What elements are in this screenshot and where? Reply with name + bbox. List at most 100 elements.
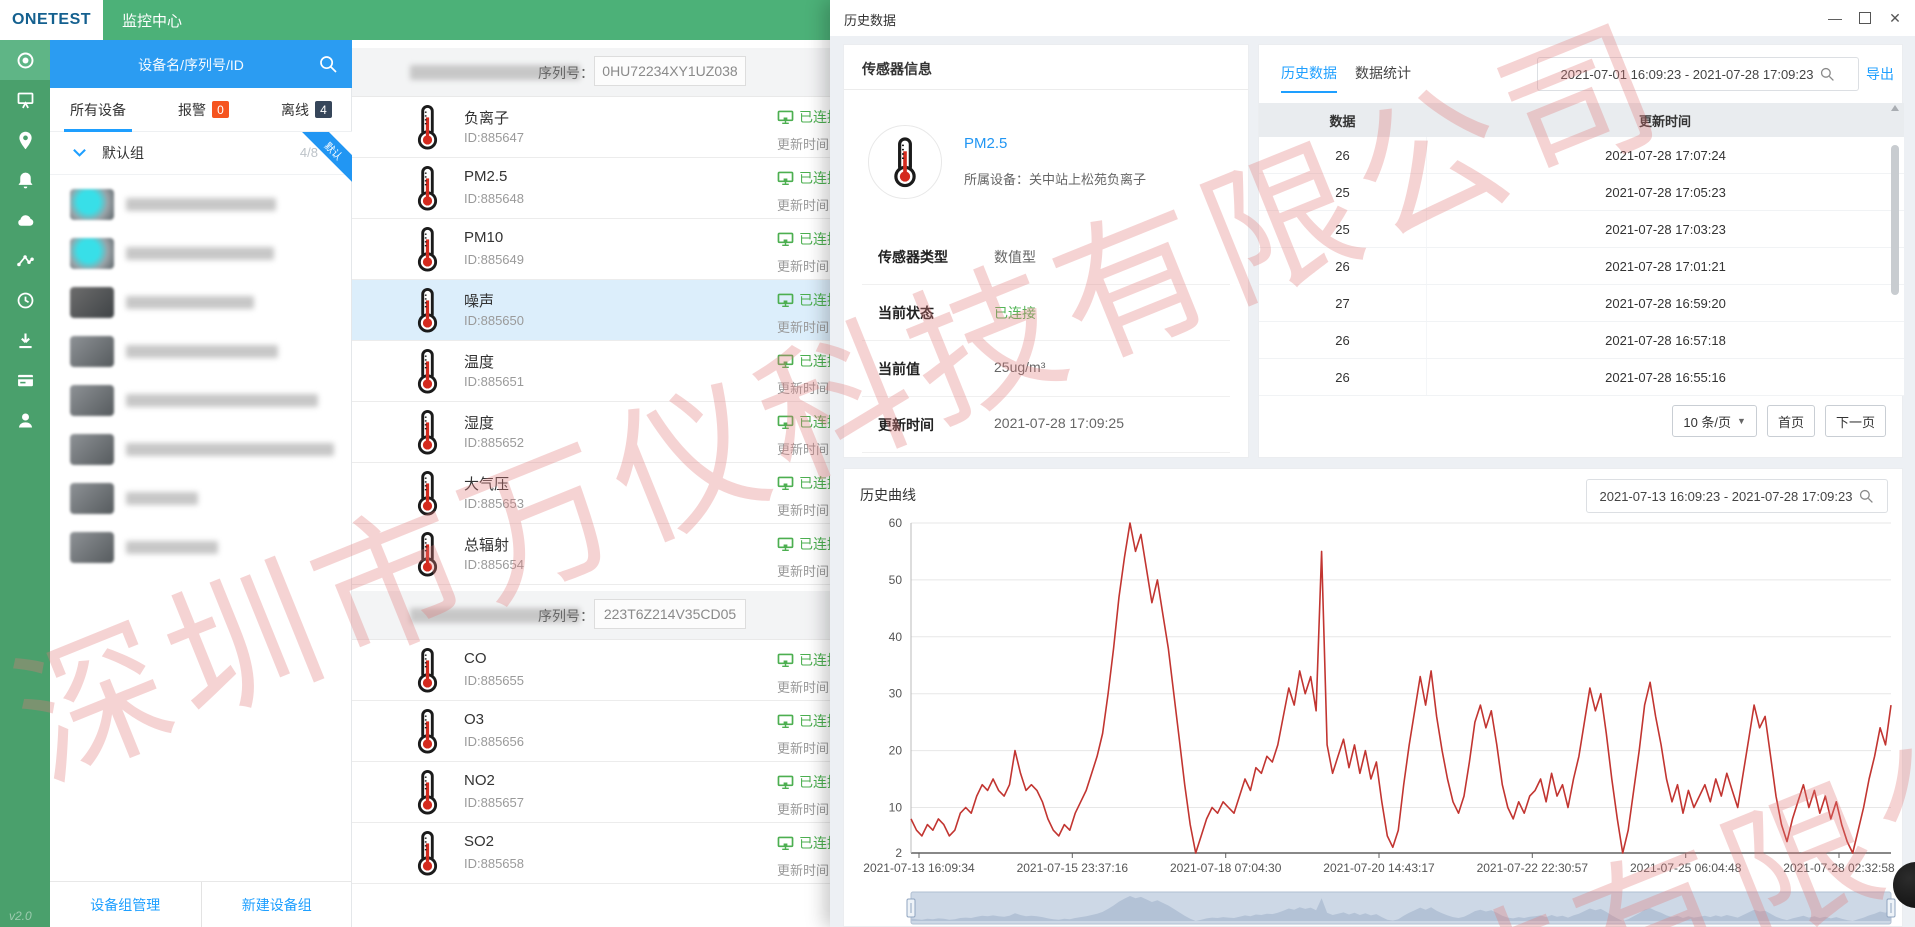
nav-sidebar: v2.0 — [0, 40, 50, 927]
sidebar-item-download[interactable] — [0, 320, 50, 360]
info-row: 更新时间2021-07-28 17:09:25 — [862, 397, 1230, 453]
sensor-row-O3[interactable]: O3ID:885656已连接更新时间 — [352, 701, 830, 762]
magnifier-icon — [1819, 66, 1835, 82]
sidebar-item-location-pin[interactable] — [0, 120, 50, 160]
scrollbar-thumb[interactable] — [1891, 145, 1899, 295]
sensor-row-湿度[interactable]: 湿度ID:885652已连接更新时间 — [352, 402, 830, 463]
connected-monitor-icon — [777, 775, 794, 790]
history-tab-1[interactable]: 数据统计 — [1355, 63, 1411, 93]
search-icon[interactable] — [318, 54, 338, 74]
sensor-name-link[interactable]: PM2.5 — [964, 135, 1007, 152]
sidebar-item-clock-history[interactable] — [0, 280, 50, 320]
svg-text:2021-07-18 07:04:30: 2021-07-18 07:04:30 — [1170, 861, 1282, 875]
sensor-name: NO2 — [464, 772, 495, 789]
sensor-id: ID:885653 — [464, 496, 524, 511]
device-list-item[interactable] — [50, 425, 352, 474]
group-online-count: 4/8 — [300, 145, 318, 160]
sidebar-item-monitor-target[interactable] — [0, 40, 50, 80]
sensor-name: PM10 — [464, 229, 503, 246]
table-header: 数据更新时间 — [1259, 103, 1904, 137]
device-list-item[interactable] — [50, 327, 352, 376]
sensor-row-NO2[interactable]: NO2ID:885657已连接更新时间 — [352, 762, 830, 823]
device-list-item[interactable] — [50, 523, 352, 572]
history-tab-0[interactable]: 历史数据 — [1281, 63, 1337, 93]
device-list-item[interactable] — [50, 278, 352, 327]
cloud-icon — [15, 210, 36, 231]
search-input[interactable] — [74, 40, 308, 90]
device-thumbnail — [70, 532, 114, 563]
sensor-id: ID:885658 — [464, 856, 524, 871]
connected-monitor-icon — [777, 415, 794, 430]
device-thumbnail — [70, 238, 114, 269]
device-list-item[interactable] — [50, 376, 352, 425]
sensor-id: ID:885657 — [464, 795, 524, 810]
history-data-card: 历史数据数据统计 2021-07-01 16:09:23 - 2021-07-2… — [1258, 44, 1903, 458]
export-button[interactable]: 导出 — [1866, 64, 1894, 84]
connected-monitor-icon — [777, 537, 794, 552]
device-list-item[interactable] — [50, 229, 352, 278]
sidebar-item-user[interactable] — [0, 400, 50, 440]
sensor-row-PM10[interactable]: PM10ID:885649已连接更新时间 — [352, 219, 830, 280]
first-page-button[interactable]: 首页 — [1767, 405, 1815, 437]
sensor-row-CO[interactable]: COID:885655已连接更新时间 — [352, 640, 830, 701]
serial-number: 0HU72234XY1UZ038 — [594, 56, 746, 86]
modal-title: 历史数据 — [844, 10, 896, 29]
sensor-row-温度[interactable]: 温度ID:885651已连接更新时间 — [352, 341, 830, 402]
sensor-id: ID:885650 — [464, 313, 524, 328]
thermometer-icon — [414, 104, 441, 150]
scroll-up-icon[interactable] — [1891, 105, 1899, 111]
info-label: 当前状态 — [878, 303, 934, 323]
minimize-icon[interactable]: — — [1827, 10, 1843, 26]
next-page-button[interactable]: 下一页 — [1825, 405, 1886, 437]
thermometer-icon — [414, 531, 441, 577]
curve-date-range-picker[interactable]: 2021-07-13 16:09:23 - 2021-07-28 17:09:2… — [1586, 479, 1888, 513]
sensor-name: 大气压 — [464, 473, 509, 494]
sensor-row-PM2.5[interactable]: PM2.5ID:885648已连接更新时间 — [352, 158, 830, 219]
col-update-time: 更新时间 — [1426, 111, 1904, 130]
sensor-row-噪声[interactable]: 噪声ID:885650已连接更新时间 — [352, 280, 830, 341]
data-nodes-icon — [15, 250, 36, 271]
device-tab-1[interactable]: 报警0 — [178, 88, 229, 132]
info-value: 数值型 — [994, 247, 1036, 267]
sidebar-item-screen-board[interactable] — [0, 80, 50, 120]
sensor-row-SO2[interactable]: SO2ID:885658已连接更新时间 — [352, 823, 830, 884]
sensor-status: 已连接更新时间 — [777, 833, 830, 879]
device-tab-0[interactable]: 所有设备 — [70, 88, 126, 132]
thermometer-icon — [414, 708, 441, 754]
device-group-row[interactable]: 默认组 4/8 默认 — [50, 132, 352, 175]
sensor-row-大气压[interactable]: 大气压ID:885653已连接更新时间 — [352, 463, 830, 524]
thermometer-icon — [414, 409, 441, 455]
info-label: 传感器类型 — [878, 247, 948, 267]
device-panel-footer: 设备组管理 新建设备组 — [50, 881, 352, 927]
table-date-range-picker[interactable]: 2021-07-01 16:09:23 - 2021-07-28 17:09:2… — [1537, 57, 1859, 91]
table-row: 262021-07-28 16:57:18 — [1259, 322, 1904, 359]
sensor-row-负离子[interactable]: 负离子ID:885647已连接更新时间 — [352, 97, 830, 158]
modal-titlebar: 历史数据 — ✕ — [830, 0, 1915, 36]
device-list-item[interactable] — [50, 474, 352, 523]
sensor-row-总辐射[interactable]: 总辐射ID:885654已连接更新时间 — [352, 524, 830, 585]
sidebar-item-cloud[interactable] — [0, 200, 50, 240]
svg-text:40: 40 — [889, 630, 903, 644]
table-row: 262021-07-28 16:55:16 — [1259, 359, 1904, 396]
close-icon[interactable]: ✕ — [1887, 10, 1903, 27]
history-line-chart[interactable]: 60504030201022021-07-13 16:09:342021-07-… — [844, 469, 1904, 927]
chevron-down-icon[interactable] — [72, 148, 87, 158]
sidebar-item-alarm-bell[interactable] — [0, 160, 50, 200]
sensor-status: 已连接更新时间 — [777, 168, 830, 214]
page-size-select[interactable]: 10 条/页▼ — [1672, 405, 1757, 437]
sidebar-item-card-list[interactable] — [0, 360, 50, 400]
sensor-name: PM2.5 — [464, 168, 507, 185]
table-scrollbar[interactable] — [1891, 105, 1899, 387]
info-row: 当前值25ug/m³ — [862, 341, 1230, 397]
blurred-device-name — [126, 541, 218, 554]
sidebar-item-data-nodes[interactable] — [0, 240, 50, 280]
manage-groups-button[interactable]: 设备组管理 — [50, 882, 201, 927]
new-group-button[interactable]: 新建设备组 — [201, 882, 353, 927]
info-value: 25ug/m³ — [994, 359, 1045, 375]
device-list-item[interactable] — [50, 180, 352, 229]
device-tab-2[interactable]: 离线4 — [281, 88, 332, 132]
svg-text:2021-07-13 16:09:34: 2021-07-13 16:09:34 — [863, 861, 975, 875]
maximize-icon[interactable] — [1857, 10, 1873, 26]
device-search-bar[interactable] — [50, 40, 352, 88]
sensor-id: ID:885651 — [464, 374, 524, 389]
